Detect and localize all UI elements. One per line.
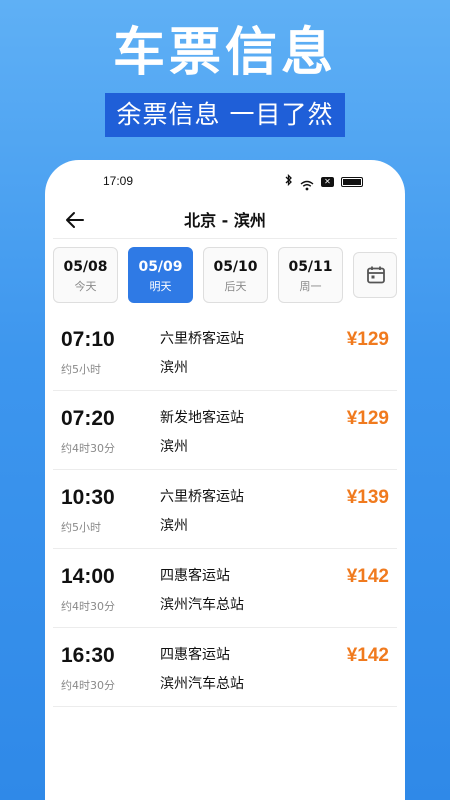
date-tab-0510[interactable]: 05/10 后天: [203, 247, 268, 303]
nav-bar: 北京 - 滨州: [45, 204, 405, 238]
battery-icon: [341, 176, 363, 187]
date-tab-date: 05/10: [213, 259, 258, 275]
departure-station: 四惠客运站: [160, 568, 230, 584]
departure-time: 07:20: [61, 407, 115, 430]
divider: [53, 238, 397, 239]
date-tab-0508[interactable]: 05/08 今天: [53, 247, 118, 303]
list-item[interactable]: 07:20 约4时30分 新发地客运站 滨州 ¥129: [53, 391, 397, 470]
status-icons: ✕: [285, 173, 363, 191]
arrival-station: 滨州: [160, 518, 188, 534]
notification-x-icon: ✕: [321, 176, 334, 187]
date-tab-label: 今天: [74, 280, 97, 293]
date-selector: 05/08 今天 05/09 明天 05/10 后天 05/11 周一: [53, 247, 397, 303]
departure-time: 10:30: [61, 486, 115, 509]
ticket-price: ¥129: [346, 408, 389, 429]
calendar-button[interactable]: [353, 252, 397, 298]
date-tab-label: 明天: [149, 280, 172, 293]
ticket-price: ¥142: [346, 645, 389, 666]
date-tab-label: 后天: [224, 280, 247, 293]
list-item[interactable]: 16:30 约4时30分 四惠客运站 滨州汽车总站 ¥142: [53, 628, 397, 707]
status-bar: 17:09 ✕: [45, 160, 405, 204]
date-tab-date: 05/08: [63, 259, 108, 275]
trip-duration: 约5小时: [61, 521, 101, 534]
calendar-icon: [367, 266, 385, 284]
departure-station: 六里桥客运站: [160, 331, 244, 347]
list-item[interactable]: 07:10 约5小时 六里桥客运站 滨州 ¥129: [53, 312, 397, 391]
trip-list: 07:10 约5小时 六里桥客运站 滨州 ¥129 07:20 约4时30分 新…: [53, 312, 397, 707]
departure-time: 07:10: [61, 328, 115, 351]
departure-station: 新发地客运站: [160, 410, 244, 426]
arrival-station: 滨州汽车总站: [160, 597, 244, 613]
list-item[interactable]: 14:00 约4时30分 四惠客运站 滨州汽车总站 ¥142: [53, 549, 397, 628]
trip-duration: 约4时30分: [61, 600, 115, 613]
arrival-station: 滨州汽车总站: [160, 676, 244, 692]
date-tab-0509[interactable]: 05/09 明天: [128, 247, 193, 303]
date-tab-date: 05/11: [288, 259, 333, 275]
departure-time: 16:30: [61, 644, 115, 667]
list-item[interactable]: 10:30 约5小时 六里桥客运站 滨州 ¥139: [53, 470, 397, 549]
trip-duration: 约4时30分: [61, 442, 115, 455]
status-time: 17:09: [103, 174, 134, 188]
arrival-station: 滨州: [160, 439, 188, 455]
wifi-icon: [300, 176, 314, 191]
trip-duration: 约4时30分: [61, 679, 115, 692]
page-title: 北京 - 滨州: [184, 211, 266, 230]
date-tab-0511[interactable]: 05/11 周一: [278, 247, 343, 303]
departure-station: 四惠客运站: [160, 647, 230, 663]
trip-duration: 约5小时: [61, 363, 101, 376]
departure-station: 六里桥客运站: [160, 489, 244, 505]
bluetooth-icon: [285, 173, 293, 189]
date-tab-label: 周一: [299, 280, 322, 293]
date-tab-date: 05/09: [138, 259, 183, 275]
ticket-price: ¥142: [346, 566, 389, 587]
hero-subtitle: 余票信息 一目了然: [105, 93, 345, 137]
departure-time: 14:00: [61, 565, 115, 588]
hero-title: 车票信息: [112, 23, 337, 83]
arrival-station: 滨州: [160, 360, 188, 376]
ticket-price: ¥129: [346, 329, 389, 350]
phone-screen: 17:09 ✕ 北京 - 滨州 05/08 今天 05/09 明天 05/10 …: [45, 160, 405, 800]
ticket-price: ¥139: [346, 487, 389, 508]
